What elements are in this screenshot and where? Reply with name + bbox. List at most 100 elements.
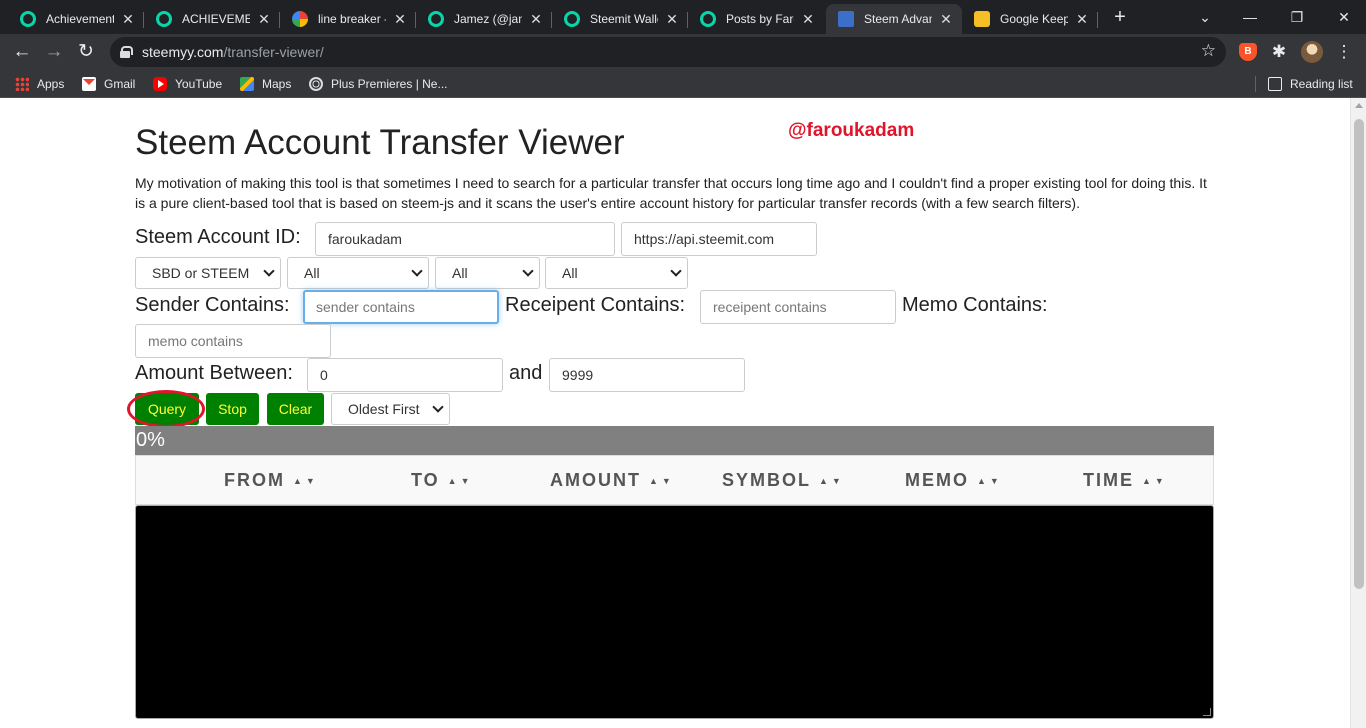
close-tab-icon[interactable]: ✕ <box>256 11 272 28</box>
steemit-icon <box>700 11 716 27</box>
sort-arrows-icon[interactable]: ▲▼ <box>649 476 675 486</box>
results-table-header: FROM ▲▼ TO ▲▼ AMOUNT ▲▼ SYMBOL ▲▼ MEMO ▲▼ TIM… <box>135 455 1214 505</box>
wordpress-icon <box>838 11 854 27</box>
tab-strip: Achievement ✕ ACHIEVEMEN ✕ line breaker … <box>0 0 1366 34</box>
sort-arrows-icon[interactable]: ▲▼ <box>448 476 474 486</box>
intro-text: My motivation of making this tool is tha… <box>135 175 1207 211</box>
progress-bar: 0% <box>135 426 1214 455</box>
receipent-contains-input[interactable] <box>700 290 896 324</box>
tab-search-icon[interactable]: ⌄ <box>1191 4 1219 30</box>
chevron-down-icon <box>432 401 444 413</box>
sort-order-select[interactable]: Oldest First <box>331 393 450 425</box>
close-tab-icon[interactable]: ✕ <box>938 11 954 28</box>
api-node-input[interactable] <box>621 222 817 256</box>
minimize-icon[interactable]: — <box>1236 4 1264 30</box>
tab-posts-by-farouk[interactable]: Posts by Faro ✕ <box>688 4 824 34</box>
page-scrollbar[interactable] <box>1350 98 1366 728</box>
memo-contains-label: Memo Contains: <box>902 294 1048 316</box>
column-header-memo[interactable]: MEMO ▲▼ <box>905 456 1003 504</box>
tab-steemit-wallet[interactable]: Steemit Walle ✕ <box>552 4 688 34</box>
amount-min-input[interactable] <box>307 358 503 392</box>
chevron-down-icon <box>670 265 682 277</box>
google-icon <box>292 11 308 27</box>
filter-select-1[interactable]: All <box>287 257 429 289</box>
url-host: steemyy.com <box>142 44 224 60</box>
sort-arrows-icon[interactable]: ▲▼ <box>819 476 845 486</box>
filter-select-2[interactable]: All <box>435 257 540 289</box>
tab-achievement[interactable]: Achievement ✕ <box>8 4 144 34</box>
restore-icon[interactable]: ❐ <box>1283 4 1311 30</box>
reload-icon[interactable]: ↻ <box>72 38 100 66</box>
amount-max-input[interactable] <box>549 358 745 392</box>
scrollbar-thumb[interactable] <box>1354 119 1364 589</box>
page-viewport: Steem Account Transfer Viewer @faroukada… <box>0 98 1350 728</box>
scroll-up-icon[interactable] <box>1355 103 1363 108</box>
sort-arrows-icon[interactable]: ▲▼ <box>1142 476 1168 486</box>
chevron-down-icon <box>522 265 534 277</box>
browser-menu-icon[interactable]: ⋮ <box>1335 43 1353 61</box>
bookmark-youtube[interactable]: YouTube <box>153 75 222 93</box>
receipent-contains-label: Receipent Contains: <box>505 294 686 316</box>
clear-button[interactable]: Clear <box>267 393 324 425</box>
filter-select-3[interactable]: All <box>545 257 688 289</box>
chevron-down-icon <box>411 265 423 277</box>
memo-contains-input[interactable] <box>135 324 331 358</box>
column-header-to[interactable]: TO ▲▼ <box>411 456 474 504</box>
page-title: Steem Account Transfer Viewer <box>135 123 625 162</box>
tab-steem-advanced[interactable]: Steem Advan ✕ <box>826 4 962 34</box>
column-header-amount[interactable]: AMOUNT ▲▼ <box>550 456 675 504</box>
bookmarks-bar: Apps Gmail YouTube Maps Plus Premieres |… <box>0 70 1366 98</box>
extensions-puzzle-icon[interactable]: ✱ <box>1270 43 1288 61</box>
tab-line-breaker[interactable]: line breaker - ✕ <box>280 4 416 34</box>
sort-arrows-icon[interactable]: ▲▼ <box>293 476 319 486</box>
brave-shield-icon[interactable]: B <box>1239 43 1257 61</box>
column-header-from[interactable]: FROM ▲▼ <box>224 456 319 504</box>
new-tab-icon[interactable]: + <box>1110 5 1130 29</box>
username-annotation: @faroukadam <box>788 120 915 141</box>
close-tab-icon[interactable]: ✕ <box>528 11 544 28</box>
close-tab-icon[interactable]: ✕ <box>392 11 408 28</box>
close-tab-icon[interactable]: ✕ <box>1074 11 1090 28</box>
back-icon[interactable]: ← <box>8 38 36 66</box>
tab-google-keep[interactable]: Google Keep ✕ <box>962 4 1098 34</box>
lock-icon <box>120 46 133 58</box>
resize-grip-icon[interactable] <box>1203 708 1211 716</box>
youtube-icon <box>153 77 167 91</box>
close-window-icon[interactable]: ✕ <box>1330 4 1358 30</box>
bookmark-maps[interactable]: Maps <box>240 75 291 93</box>
close-tab-icon[interactable]: ✕ <box>664 11 680 28</box>
amount-between-label: Amount Between: <box>135 362 293 384</box>
sender-contains-input[interactable] <box>303 290 499 324</box>
close-tab-icon[interactable]: ✕ <box>800 11 816 28</box>
results-output-area[interactable] <box>135 505 1214 719</box>
maps-icon <box>240 77 254 91</box>
steemit-icon <box>564 11 580 27</box>
bookmark-plus-premieres[interactable]: Plus Premieres | Ne... <box>309 75 447 93</box>
profile-avatar[interactable] <box>1301 41 1323 63</box>
tab-jamez[interactable]: Jamez (@jam ✕ <box>416 4 552 34</box>
stop-button[interactable]: Stop <box>206 393 259 425</box>
bookmark-gmail[interactable]: Gmail <box>82 75 135 93</box>
address-bar[interactable]: steemyy.com/transfer-viewer/ ☆ <box>110 37 1226 67</box>
url-path: /transfer-viewer/ <box>223 44 324 60</box>
progress-text: 0% <box>136 429 165 451</box>
currency-select[interactable]: SBD or STEEM <box>135 257 281 289</box>
account-id-label: Steem Account ID: <box>135 226 301 248</box>
column-header-symbol[interactable]: SYMBOL ▲▼ <box>722 456 845 504</box>
tab-achievement-2[interactable]: ACHIEVEMEN ✕ <box>144 4 280 34</box>
bookmark-star-icon[interactable]: ☆ <box>1201 41 1216 61</box>
globe-icon <box>309 77 323 91</box>
gmail-icon <box>82 77 96 91</box>
steemit-icon <box>20 11 36 27</box>
forward-icon[interactable]: → <box>40 38 68 66</box>
close-tab-icon[interactable]: ✕ <box>120 11 136 28</box>
reading-list[interactable]: Reading list <box>1268 75 1353 93</box>
apps-grid-icon <box>15 77 29 91</box>
bookmark-apps[interactable]: Apps <box>15 75 64 93</box>
column-header-time[interactable]: TIME ▲▼ <box>1083 456 1168 504</box>
steemit-icon <box>156 11 172 27</box>
account-id-input[interactable] <box>315 222 615 256</box>
sort-arrows-icon[interactable]: ▲▼ <box>977 476 1003 486</box>
chevron-down-icon <box>263 265 275 277</box>
sender-contains-label: Sender Contains: <box>135 294 290 316</box>
